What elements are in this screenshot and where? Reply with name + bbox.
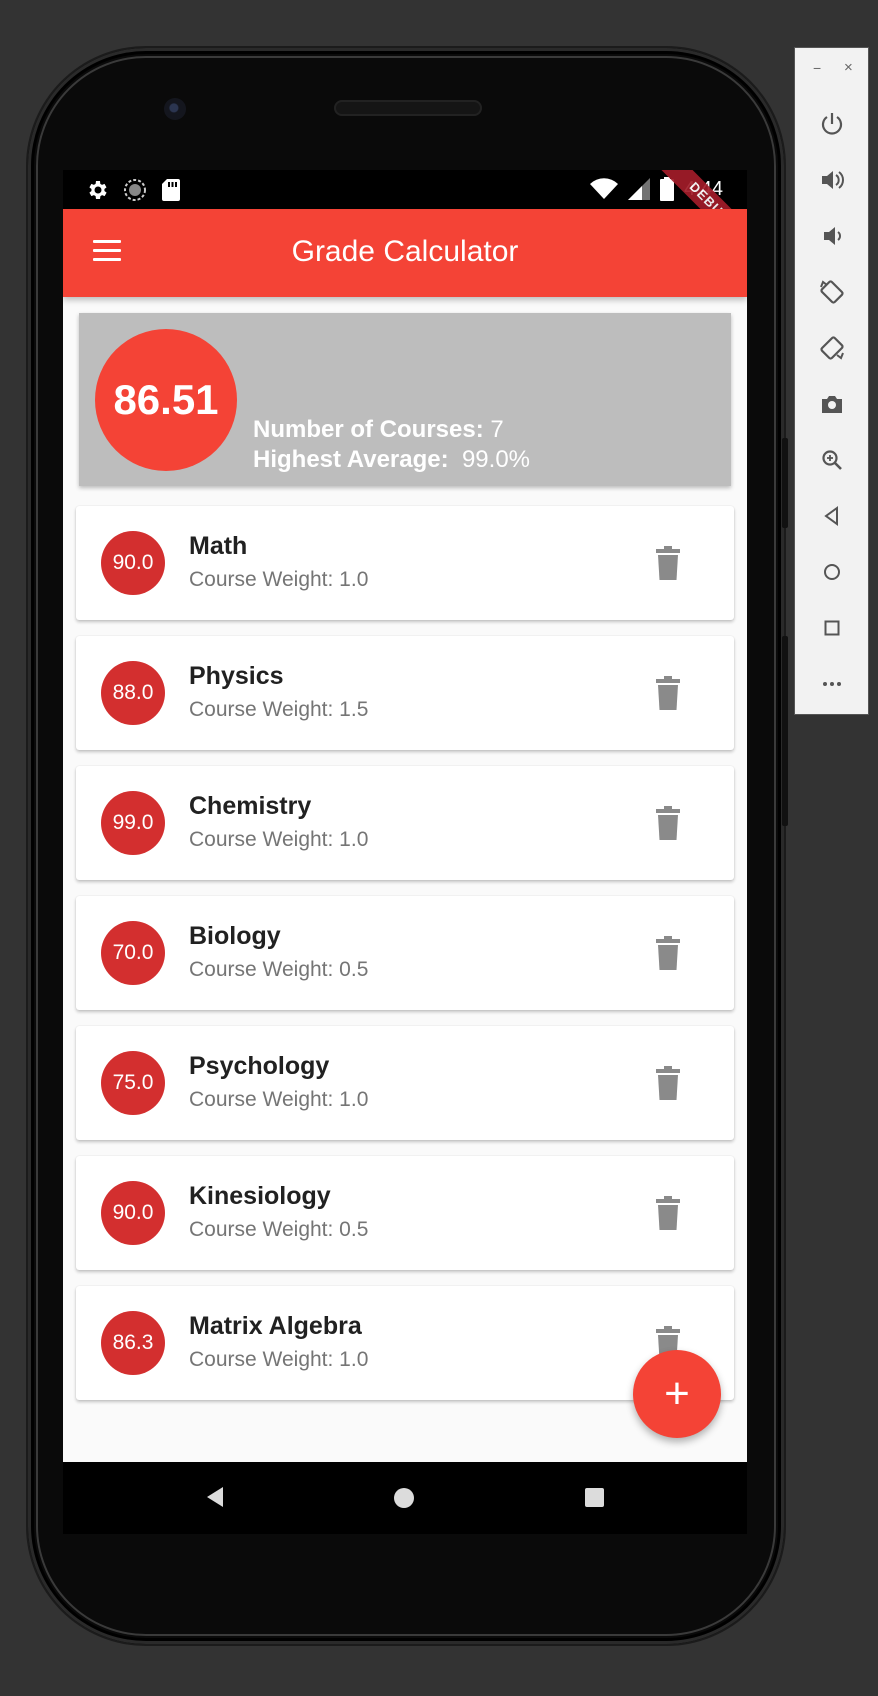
course-list: 90.0 Math Course Weight: 1.0 88.0 Physic… (76, 506, 734, 1416)
navigation-bar (63, 1462, 747, 1534)
add-course-button[interactable]: + (633, 1350, 721, 1438)
course-name: Math (189, 532, 248, 560)
delete-icon[interactable] (656, 936, 680, 970)
app-title: Grade Calculator (291, 235, 519, 268)
volume-side-button (782, 636, 788, 826)
course-card-biology[interactable]: 70.0 Biology Course Weight: 0.5 (76, 896, 734, 1010)
course-name: Chemistry (189, 792, 312, 820)
course-grade-badge: 90.0 (101, 1181, 165, 1245)
course-name: Matrix Algebra (189, 1312, 362, 1340)
course-card-physics[interactable]: 88.0 Physics Course Weight: 1.5 (76, 636, 734, 750)
status-bar: 4:44 DEBUG (63, 170, 747, 264)
delete-icon[interactable] (656, 1066, 680, 1100)
power-icon[interactable] (818, 110, 846, 138)
nav-overview-icon[interactable] (585, 1488, 604, 1507)
course-card-math[interactable]: 90.0 Math Course Weight: 1.0 (76, 506, 734, 620)
course-grade-badge: 86.3 (101, 1311, 165, 1375)
delete-icon[interactable] (656, 676, 680, 710)
course-weight: Course Weight: 1.5 (189, 698, 369, 721)
course-weight: Course Weight: 1.0 (189, 1088, 369, 1111)
zoom-icon[interactable] (818, 446, 846, 474)
more-icon[interactable] (818, 670, 846, 698)
sd-card-icon (162, 179, 180, 201)
course-weight: Course Weight: 0.5 (189, 958, 369, 981)
signal-icon (628, 178, 651, 200)
course-name: Kinesiology (189, 1182, 331, 1210)
volume-up-icon[interactable] (818, 166, 846, 194)
app-screen: 4:44 DEBUG Grade Calculator 86.51 Number… (63, 170, 747, 1462)
course-name: Physics (189, 662, 284, 690)
course-grade-badge: 99.0 (101, 791, 165, 855)
courses-count-label: Number of Courses: (253, 416, 484, 443)
overview-icon[interactable] (818, 614, 846, 642)
course-weight: Course Weight: 1.0 (189, 828, 369, 851)
close-icon[interactable]: × (844, 59, 853, 76)
nav-home-icon[interactable] (394, 1488, 414, 1508)
course-name: Biology (189, 922, 281, 950)
back-icon[interactable] (818, 502, 846, 530)
front-camera (164, 98, 186, 120)
minimize-icon[interactable]: − (813, 60, 821, 76)
volume-down-icon[interactable] (818, 222, 846, 250)
home-icon[interactable] (818, 558, 846, 586)
summary-stats: Number of Courses: 7 Highest Average: 99… (253, 415, 530, 475)
course-name: Psychology (189, 1052, 330, 1080)
delete-icon[interactable] (656, 1196, 680, 1230)
course-weight: Course Weight: 1.0 (189, 568, 369, 591)
settings-icon (89, 181, 107, 199)
earpiece-speaker (334, 100, 482, 116)
delete-icon[interactable] (656, 546, 680, 580)
courses-count-value: 7 (490, 416, 504, 443)
course-weight: Course Weight: 0.5 (189, 1218, 369, 1241)
summary-card: 86.51 Number of Courses: 7 Highest Avera… (79, 313, 731, 486)
rotate-right-icon[interactable] (818, 334, 846, 362)
course-grade-badge: 70.0 (101, 921, 165, 985)
highest-average-label: Highest Average: (253, 446, 449, 473)
course-card-kinesiology[interactable]: 90.0 Kinesiology Course Weight: 0.5 (76, 1156, 734, 1270)
course-card-psychology[interactable]: 75.0 Psychology Course Weight: 1.0 (76, 1026, 734, 1140)
sync-icon (124, 179, 146, 201)
emulator-toolbar: − × (794, 47, 869, 715)
app-bar: Grade Calculator (63, 209, 747, 297)
wifi-icon (590, 178, 619, 199)
course-weight: Course Weight: 1.0 (189, 1348, 369, 1371)
plus-icon: + (664, 1369, 690, 1418)
course-card-chemistry[interactable]: 99.0 Chemistry Course Weight: 1.0 (76, 766, 734, 880)
overall-average: 86.51 (95, 329, 237, 471)
nav-back-icon[interactable] (205, 1486, 225, 1508)
course-grade-badge: 75.0 (101, 1051, 165, 1115)
delete-icon[interactable] (656, 806, 680, 840)
power-side-button (782, 438, 788, 528)
course-grade-badge: 90.0 (101, 531, 165, 595)
course-grade-badge: 88.0 (101, 661, 165, 725)
highest-average-value: 99.0% (461, 446, 531, 473)
camera-icon[interactable] (818, 390, 846, 418)
rotate-left-icon[interactable] (818, 278, 846, 306)
